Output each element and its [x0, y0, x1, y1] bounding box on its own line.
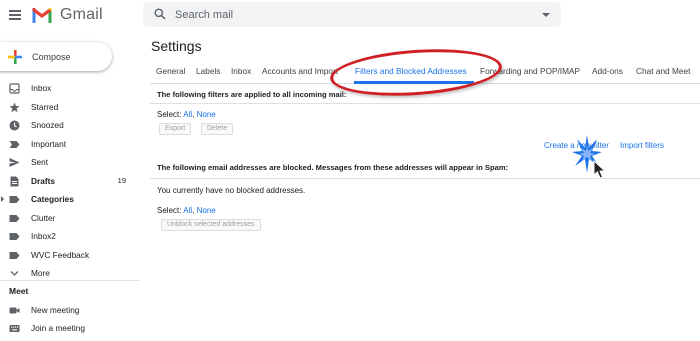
blocked-select-row: Select: All, None [157, 206, 216, 215]
sidebar-item-wvc-feedback[interactable]: WVC Feedback [0, 246, 140, 265]
meet-divider [0, 280, 140, 281]
sidebar-item-inbox[interactable]: Inbox [0, 79, 140, 98]
settings-tabs: General Labels Inbox Accounts and Import… [150, 60, 700, 84]
sidebar-item-label: Drafts [31, 175, 55, 186]
tab-filters-and-blocked-addresses[interactable]: Filters and Blocked Addresses [355, 66, 467, 76]
unblock-selected-button[interactable]: Unblock selected addresses [161, 219, 261, 231]
select-separator: , [192, 206, 195, 215]
mouse-pointer-icon [593, 160, 607, 179]
sidebar-item-snoozed[interactable]: Snoozed [0, 116, 140, 135]
select-prefix: Select: [157, 110, 182, 119]
select-all-link[interactable]: All [183, 110, 192, 119]
tab-forwarding-and-pop-imap[interactable]: Forwarding and POP/IMAP [480, 66, 580, 76]
gmail-m-icon [32, 7, 52, 23]
videocam-icon [9, 307, 20, 314]
meet-section-title: Meet [9, 286, 29, 296]
tab-general[interactable]: General [156, 66, 186, 76]
select-none-link[interactable]: None [197, 110, 216, 119]
tab-chat-and-meet[interactable]: Chat and Meet [636, 66, 690, 76]
sidebar-item-inbox2[interactable]: Inbox2 [0, 227, 140, 246]
sidebar-item-label: WVC Feedback [31, 249, 90, 260]
star-icon [9, 102, 20, 112]
label-icon [9, 251, 20, 259]
import-filters-link[interactable]: Import filters [620, 141, 664, 150]
page-title: Settings [151, 38, 202, 54]
active-tab-indicator [354, 81, 474, 84]
label-icon [9, 196, 20, 203]
sidebar-item-label: Clutter [31, 212, 56, 223]
join-meeting-button[interactable]: Join a meeting [0, 320, 140, 336]
expand-arrow-icon[interactable] [1, 196, 4, 202]
join-meeting-label: Join a meeting [31, 323, 85, 333]
section-divider [150, 178, 700, 179]
select-all-link[interactable]: All [183, 206, 192, 215]
select-separator: , [192, 110, 195, 119]
drafts-count: 19 [117, 176, 126, 186]
sidebar-item-drafts[interactable]: Drafts 19 [0, 172, 140, 191]
search-options-icon[interactable] [542, 13, 550, 17]
sidebar-item-starred[interactable]: Starred [0, 98, 140, 117]
send-icon [9, 158, 20, 167]
new-meeting-label: New meeting [31, 305, 80, 315]
search-box[interactable] [143, 2, 561, 27]
filters-select-row: Select: All, None [157, 110, 216, 119]
sidebar-item-categories[interactable]: Categories [0, 190, 140, 209]
tab-add-ons[interactable]: Add-ons [592, 66, 623, 76]
top-bar: Gmail [0, 0, 700, 32]
compose-button[interactable]: Compose [0, 42, 112, 71]
search-input[interactable] [175, 6, 535, 23]
chevron-down-icon [10, 271, 19, 276]
important-icon [9, 140, 20, 148]
tab-accounts-and-import[interactable]: Accounts and Import [262, 66, 338, 76]
tab-inbox[interactable]: Inbox [231, 66, 251, 76]
inbox-icon [9, 83, 20, 94]
sidebar-item-label: Snoozed [31, 120, 64, 131]
new-meeting-button[interactable]: New meeting [0, 302, 140, 318]
sidebar-item-label: Inbox2 [31, 231, 56, 242]
clock-icon [9, 120, 20, 131]
app-name: Gmail [60, 6, 103, 23]
select-none-link[interactable]: None [197, 206, 216, 215]
sidebar-item-label: Sent [31, 157, 49, 168]
label-icon [9, 214, 20, 222]
tab-labels[interactable]: Labels [196, 66, 220, 76]
draft-icon [10, 176, 19, 186]
blocked-heading: The following email addresses are blocke… [157, 163, 509, 172]
sidebar-item-label: More [31, 268, 50, 279]
delete-button[interactable]: Delete [201, 123, 234, 135]
section-divider [150, 103, 700, 104]
sidebar-item-label: Important [31, 138, 67, 149]
sidebar-item-sent[interactable]: Sent [0, 153, 140, 172]
label-icon [9, 233, 20, 240]
sidebar-item-label: Inbox [31, 83, 52, 94]
plus-icon [8, 49, 22, 64]
sidebar-item-label: Starred [31, 101, 59, 112]
gmail-logo[interactable]: Gmail [31, 6, 103, 24]
sidebar-item-label: Categories [31, 194, 74, 205]
search-icon[interactable] [154, 8, 166, 20]
sidebar-item-important[interactable]: Important [0, 135, 140, 154]
compose-label: Compose [32, 51, 71, 62]
sidebar-nav: Inbox Starred Snoozed Important Sent Dra… [0, 79, 140, 283]
main-menu-icon[interactable] [9, 10, 21, 20]
no-blocked-message: You currently have no blocked addresses. [157, 186, 306, 195]
select-prefix: Select: [157, 206, 182, 215]
export-button[interactable]: Export [159, 123, 192, 135]
sidebar-item-clutter[interactable]: Clutter [0, 209, 140, 228]
filters-heading: The following filters are applied to all… [157, 90, 347, 99]
keyboard-icon [9, 325, 20, 332]
